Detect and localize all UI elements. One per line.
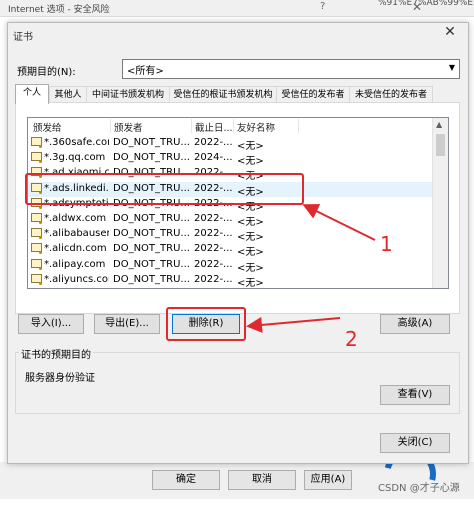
csdn-watermark: CSDN @才子心源	[378, 483, 460, 494]
annotation-arrows	[246, 204, 376, 333]
annotation-arrow-2	[246, 316, 341, 333]
tab-personal[interactable]: 个人	[15, 84, 49, 104]
annotation-arrow-1	[302, 204, 376, 241]
